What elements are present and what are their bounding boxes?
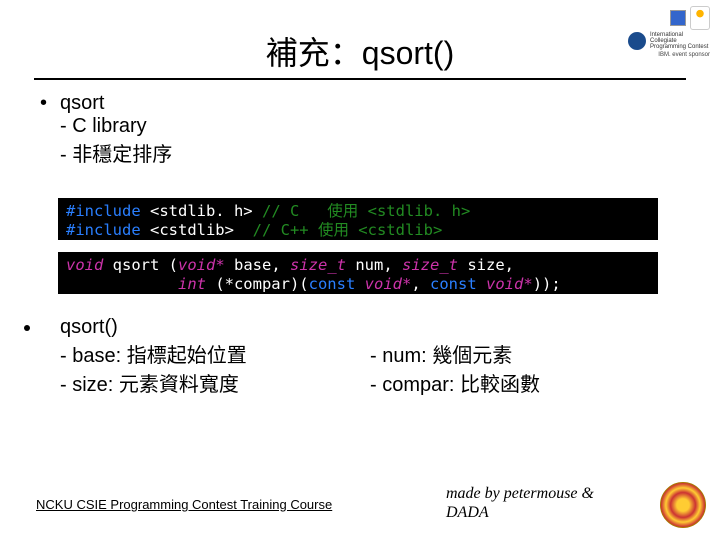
kw-voidp: void* <box>486 275 533 293</box>
fn-qsort: qsort <box>103 256 168 274</box>
logo-square <box>670 10 686 26</box>
kw-int: int <box>178 275 206 293</box>
fn-compar: (*compar)( <box>206 275 309 293</box>
bullet-qsort-fn: qsort() <box>60 316 118 338</box>
footer-author-line1: made by petermouse & <box>446 484 594 503</box>
param-base: base, <box>225 256 290 274</box>
param-num-desc: - num: 幾個元素 <box>370 339 512 368</box>
kw-include: #include <box>66 221 141 239</box>
ibm-sponsor: IBM. event sponsor <box>658 52 710 58</box>
bullet-qsort: qsort <box>60 92 104 114</box>
end: )); <box>533 275 561 293</box>
footer-author: made by petermouse & DADA <box>446 484 594 522</box>
lightbulb-icon <box>690 6 710 30</box>
sub-unstable: - 非穩定排序 <box>60 138 172 167</box>
code-prototype-block: void qsort (void* base, size_t num, size… <box>58 252 658 294</box>
kw-voidp: void* <box>178 256 225 274</box>
acm-logo-icon <box>628 32 646 50</box>
code-text: <stdlib. h> <box>141 202 262 220</box>
code-text: <cstdlib> <box>141 221 253 239</box>
acm-text: International Collegiate Programming Con… <box>650 32 710 50</box>
code-include-block: #include <stdlib. h> // C 使用 <stdlib. h>… <box>58 198 658 240</box>
kw-const: const <box>430 275 477 293</box>
title-underline <box>34 78 686 80</box>
kw-sizet: size_t <box>290 256 346 274</box>
paren: ( <box>169 256 178 274</box>
kw-sizet: size_t <box>402 256 458 274</box>
footer-author-line2: DADA <box>446 503 594 522</box>
university-seal-icon <box>660 482 706 528</box>
kw-voidp: void* <box>365 275 412 293</box>
code-comment: // C++ 使用 <cstdlib> <box>253 221 443 239</box>
code-comment: // C 使用 <stdlib. h> <box>262 202 470 220</box>
param-size: size, <box>458 256 514 274</box>
section-qsort-params: qsort() - base: 指標起始位置 - num: 幾個元素 - siz… <box>42 316 540 397</box>
sub-clibrary: - C library <box>60 115 172 138</box>
section-qsort-intro: qsort - C library - 非穩定排序 <box>42 92 172 167</box>
footer-course: NCKU CSIE Programming Contest Training C… <box>36 497 332 512</box>
param-base-desc: - base: 指標起始位置 <box>60 339 370 368</box>
comma: , <box>411 275 430 293</box>
pad <box>66 275 178 293</box>
sp <box>477 275 486 293</box>
param-compar-desc: - compar: 比較函數 <box>370 368 540 397</box>
param-size-desc: - size: 元素資料寬度 <box>60 368 370 397</box>
kw-const: const <box>309 275 356 293</box>
sp <box>355 275 364 293</box>
kw-void: void <box>66 256 103 274</box>
kw-include: #include <box>66 202 141 220</box>
logo-cluster: International Collegiate Programming Con… <box>610 6 710 76</box>
param-num: num, <box>346 256 402 274</box>
